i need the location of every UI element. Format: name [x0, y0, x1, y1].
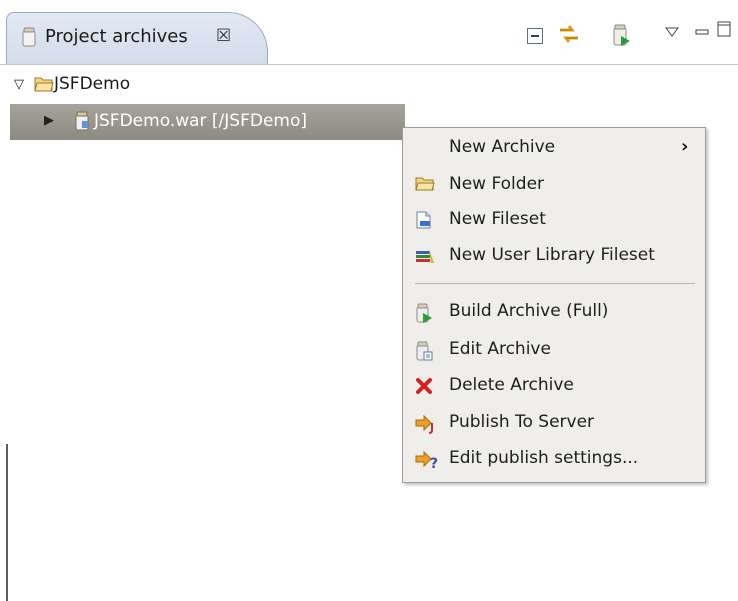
build-archive-icon[interactable]: [612, 24, 632, 53]
collapse-all-icon[interactable]: [526, 27, 544, 50]
tree-row-project[interactable]: ▽ JSFDemo: [0, 70, 738, 100]
view-header: Project archives ☒: [0, 0, 738, 65]
tab-title: Project archives: [45, 26, 188, 47]
view-menu-icon[interactable]: [665, 22, 679, 42]
menu-item-new-fileset[interactable]: New Fileset: [403, 203, 705, 237]
menu-item-new-user-library-fileset[interactable]: New User Library Fileset: [403, 239, 705, 273]
submenu-arrow-icon: ›: [681, 136, 689, 157]
edit-archive-icon: [415, 341, 435, 361]
menu-item-delete-archive[interactable]: Delete Archive: [403, 369, 705, 403]
project-folder-icon: [34, 75, 54, 98]
tree-row-war-archive[interactable]: ▶ JSFDemo.war [/JSFDemo]: [10, 104, 405, 140]
tree-label-war-archive: JSFDemo.war [/JSFDemo]: [94, 111, 307, 131]
publish-icon: [415, 414, 435, 434]
publish-settings-icon: ?: [415, 450, 438, 472]
expand-toggle-icon[interactable]: ▽: [14, 77, 24, 92]
folder-icon: [415, 176, 435, 194]
project-archives-tab[interactable]: Project archives ☒: [6, 12, 268, 64]
menu-item-edit-publish-settings[interactable]: ? Edit publish settings...: [403, 442, 705, 476]
view-border: [6, 444, 8, 601]
archive-jar-icon: [21, 27, 37, 52]
menu-item-new-folder[interactable]: New Folder: [403, 168, 705, 202]
menu-item-new-archive[interactable]: New Archive ›: [403, 131, 705, 165]
close-icon[interactable]: ☒: [216, 26, 231, 46]
link-with-editor-icon[interactable]: [557, 22, 581, 51]
tree-label-project: JSFDemo: [54, 74, 131, 94]
context-menu: New Archive › New Folder New Fileset New…: [402, 127, 706, 483]
build-archive-icon: [415, 303, 435, 323]
menu-item-build-archive[interactable]: Build Archive (Full): [403, 295, 705, 329]
war-archive-icon: [74, 111, 90, 136]
menu-item-edit-archive[interactable]: Edit Archive: [403, 333, 705, 367]
svg-text:?: ?: [430, 456, 438, 470]
collapsed-toggle-icon[interactable]: ▶: [44, 113, 54, 128]
delete-icon: [415, 377, 435, 395]
user-library-icon: [415, 247, 435, 265]
menu-item-publish-to-server[interactable]: Publish To Server: [403, 406, 705, 440]
minimize-icon[interactable]: [695, 22, 709, 42]
fileset-icon: [415, 211, 435, 229]
menu-separator: [415, 283, 695, 284]
maximize-icon[interactable]: [717, 21, 731, 42]
